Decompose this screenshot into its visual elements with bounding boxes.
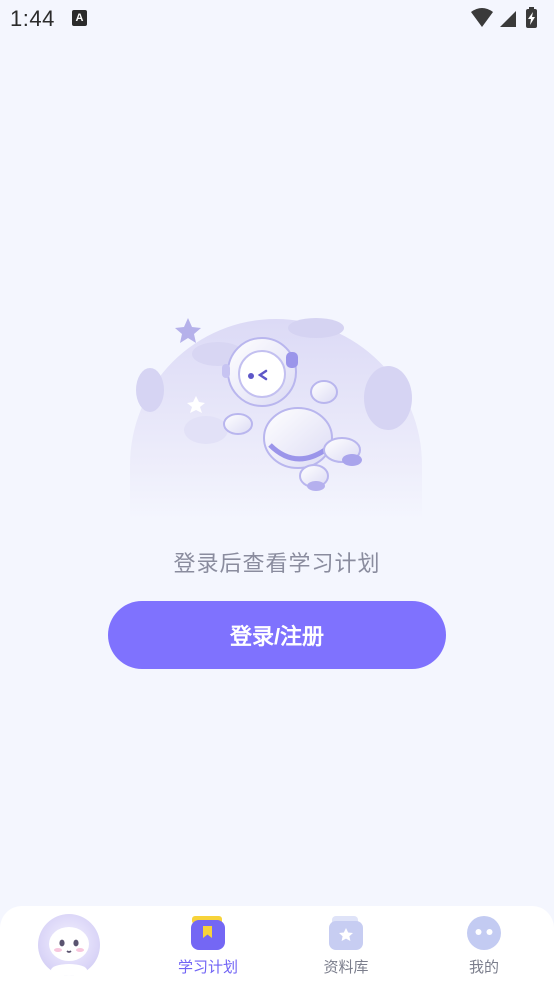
empty-state-message: 登录后查看学习计划 xyxy=(173,551,381,576)
bottom-tab-bar: 学习计划 资料库 我的 xyxy=(0,906,554,984)
assistant-avatar-icon[interactable] xyxy=(38,914,100,976)
moon-crater xyxy=(184,416,228,444)
status-icons xyxy=(470,7,546,31)
tab-library[interactable]: 资料库 xyxy=(286,906,406,984)
tab-label: 我的 xyxy=(468,959,499,976)
moon-crater xyxy=(136,368,164,412)
status-bar: 1:44 A xyxy=(0,0,554,38)
moon-crater xyxy=(364,366,412,430)
moon-crater xyxy=(288,318,344,338)
tab-label: 资料库 xyxy=(323,959,369,976)
app-notification-icon: A xyxy=(72,10,87,26)
wifi-icon xyxy=(471,8,493,27)
tab-label: 学习计划 xyxy=(177,959,238,976)
login-register-button[interactable]: 登录/注册 xyxy=(108,601,446,669)
astronaut-illustration xyxy=(120,300,440,520)
battery-charging-icon xyxy=(526,7,537,28)
study-plan-icon xyxy=(189,916,227,955)
cellular-signal-icon xyxy=(500,11,516,27)
tab-study-plan[interactable]: 学习计划 xyxy=(148,906,268,984)
status-time: 1:44 xyxy=(10,6,55,31)
star-icon xyxy=(175,318,201,343)
library-icon xyxy=(328,916,364,955)
profile-icon xyxy=(466,916,502,955)
tab-profile[interactable]: 我的 xyxy=(424,906,544,984)
